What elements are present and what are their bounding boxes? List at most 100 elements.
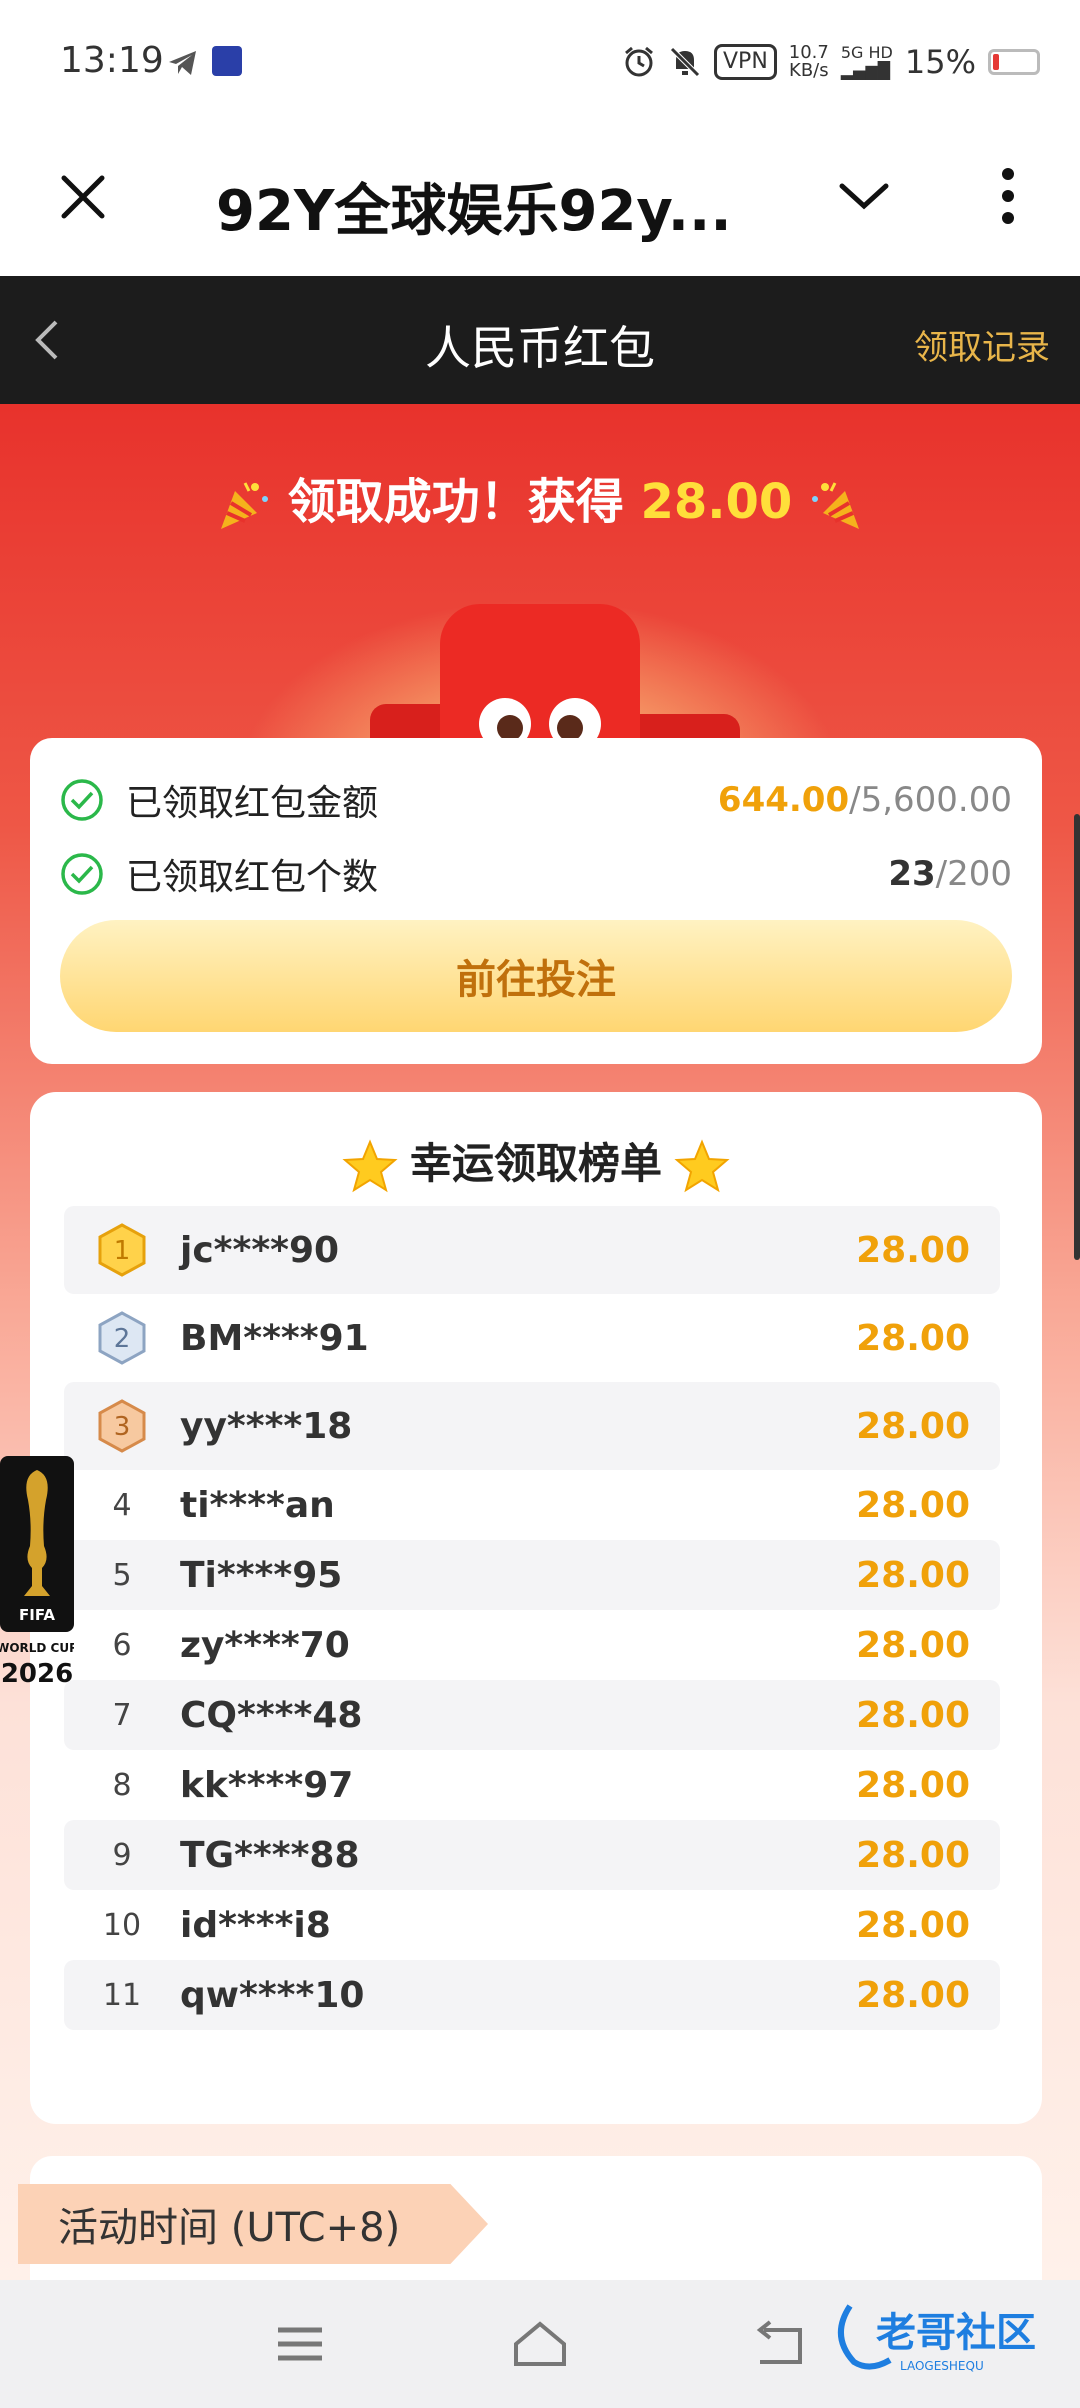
success-amount: 28.00 (640, 474, 793, 530)
status-bar: 13:19 VPN 10.7 KB/s 5G HD ▂▄▆█ 15% (0, 0, 1080, 130)
user-name: ti****an (180, 1484, 335, 1526)
leaderboard-title-text: 幸运领取榜单 (409, 1139, 662, 1188)
reward-amount: 28.00 (856, 1904, 970, 1946)
star-icon (674, 1138, 730, 1192)
battery-percent: 15% (904, 43, 976, 81)
user-name: TG****88 (180, 1834, 360, 1876)
count-claimed-row: 已领取红包个数 23/200 (60, 844, 1012, 904)
leaderboard-row: 3 yy****18 28.00 (64, 1382, 1000, 1470)
browser-bar: 92Y全球娱乐92y... (0, 130, 1080, 276)
leaderboard-row: 8 kk****97 28.00 (64, 1750, 1000, 1820)
more-options-icon[interactable] (994, 164, 1022, 228)
count-claimed-value: 23/200 (888, 854, 1012, 894)
leaderboard-card: 幸运领取榜单 1 jc****90 28.00 2 BM****91 28.00 3 yy**… (30, 1092, 1042, 2124)
amount-total: /5,600.00 (849, 780, 1012, 820)
rank-number: 1 (114, 1236, 131, 1266)
leaderboard-row: 6 zy****70 28.00 (64, 1610, 1000, 1680)
mute-bell-icon (670, 47, 700, 77)
alarm-icon (625, 46, 653, 77)
user-name: qw****10 (180, 1974, 365, 2016)
menu-icon[interactable] (270, 2316, 330, 2372)
leaderboard-row: 7 CQ****48 28.00 (64, 1680, 1000, 1750)
amount-claimed-value: 644.00/5,600.00 (718, 780, 1012, 820)
reward-amount: 28.00 (856, 1974, 970, 2016)
watermark-text: 老哥社区 (876, 2310, 1036, 2356)
network-speed: 10.7 KB/s (789, 44, 829, 80)
chevron-down-icon[interactable] (836, 176, 892, 216)
close-icon[interactable] (56, 170, 110, 224)
user-name: kk****97 (180, 1764, 354, 1806)
page-scrollbar[interactable] (1074, 814, 1080, 1260)
leaderboard-row: 10 id****i8 28.00 (64, 1890, 1000, 1960)
leaderboard-row: 9 TG****88 28.00 (64, 1820, 1000, 1890)
rank-number: 5 (112, 1557, 132, 1593)
leaderboard-row: 5 Ti****95 28.00 (64, 1540, 1000, 1610)
star-icon (342, 1138, 398, 1192)
rank-medal-icon: 1 (64, 1223, 180, 1277)
rank-number: 4 (112, 1487, 132, 1523)
reward-amount: 28.00 (856, 1624, 970, 1666)
go-bet-button[interactable]: 前往投注 (60, 920, 1012, 1032)
rank-number: 9 (112, 1837, 132, 1873)
activity-time-label: 活动时间 (UTC+8) (18, 2184, 488, 2264)
world-cup-2026-badge[interactable]: FIFA WORLD CUP 2026 (0, 1456, 74, 1696)
app-notification-icon (212, 46, 242, 76)
user-name: nk****58 (180, 2045, 355, 2047)
party-popper-icon (811, 482, 859, 529)
success-prefix: 领取成功！获得 (287, 474, 641, 530)
network-type: 5G HD (840, 43, 893, 62)
rank-medal-icon: 2 (64, 1311, 180, 1365)
rank-number: 7 (112, 1697, 132, 1733)
reward-amount: 28.00 (856, 1484, 970, 1526)
world-cup-text: WORLD CUP (0, 1641, 74, 1655)
battery-icon (988, 49, 1040, 75)
signal-indicator: 5G HD ▂▄▆█ (840, 43, 893, 80)
rank-number: 8 (112, 1767, 132, 1803)
user-name: BM****91 (180, 1317, 369, 1359)
reward-amount: 28.00 (856, 1317, 970, 1359)
main-content: 领取成功！获得 28.00 已领取红包金额 644.00/5,600.00 已领… (0, 404, 1080, 2280)
user-name: yy****18 (180, 1405, 353, 1447)
claim-records-link[interactable]: 领取记录 (914, 320, 1050, 369)
telegram-icon (169, 51, 196, 75)
amount-claimed-label: 已领取红包金额 (126, 783, 379, 824)
user-name: zy****70 (180, 1624, 350, 1666)
count-total: /200 (935, 854, 1012, 894)
browser-title: 92Y全球娱乐92y... (216, 179, 732, 244)
leaderboard-row: 4 ti****an 28.00 (64, 1470, 1000, 1540)
year-text: 2026 (1, 1659, 73, 1689)
count-claimed-label: 已领取红包个数 (126, 857, 379, 898)
vpn-indicator: VPN (714, 44, 777, 80)
check-circle-icon (61, 779, 103, 821)
claim-stats-card: 已领取红包金额 644.00/5,600.00 已领取红包个数 23/200 前… (30, 738, 1042, 1064)
rank-number: 11 (102, 1977, 142, 2013)
leaderboard-row: 11 qw****10 28.00 (64, 1960, 1000, 2030)
success-message: 领取成功！获得 28.00 (0, 462, 1080, 533)
fifa-text: FIFA (19, 1606, 55, 1624)
reward-amount: 28.00 (856, 1694, 970, 1736)
reward-amount: 28.00 (856, 1554, 970, 1596)
rank-number: 10 (102, 1907, 142, 1943)
amount-claimed: 644.00 (717, 780, 850, 820)
leaderboard-title: 幸运领取榜单 (30, 1130, 1042, 1195)
status-indicators: VPN 10.7 KB/s 5G HD ▂▄▆█ 15% (622, 40, 1040, 84)
speed-unit: KB/s (789, 60, 829, 81)
leaderboard-list[interactable]: 1 jc****90 28.00 2 BM****91 28.00 3 yy****18 28.… (64, 1206, 1000, 2046)
home-icon[interactable] (510, 2316, 570, 2372)
rank-number: 6 (112, 1627, 132, 1663)
reward-amount: 28.00 (856, 1229, 970, 1271)
count-claimed: 23 (888, 854, 936, 894)
status-time: 13:19 (60, 40, 164, 81)
app-header: 人民币红包 领取记录 (0, 276, 1080, 404)
check-circle-icon (61, 853, 103, 895)
rank-number: 2 (114, 1324, 131, 1354)
leaderboard-row: 12nk****5828.00 (64, 2030, 1000, 2047)
rank-number: 3 (114, 1412, 131, 1442)
reward-amount: 28.00 (856, 2045, 970, 2047)
reward-amount: 28.00 (856, 1405, 970, 1447)
reward-amount: 28.00 (856, 1764, 970, 1806)
back-nav-icon[interactable] (750, 2316, 810, 2372)
reward-amount: 28.00 (856, 1834, 970, 1876)
leaderboard-row: 2 BM****91 28.00 (64, 1294, 1000, 1382)
user-name: CQ****48 (180, 1694, 363, 1736)
